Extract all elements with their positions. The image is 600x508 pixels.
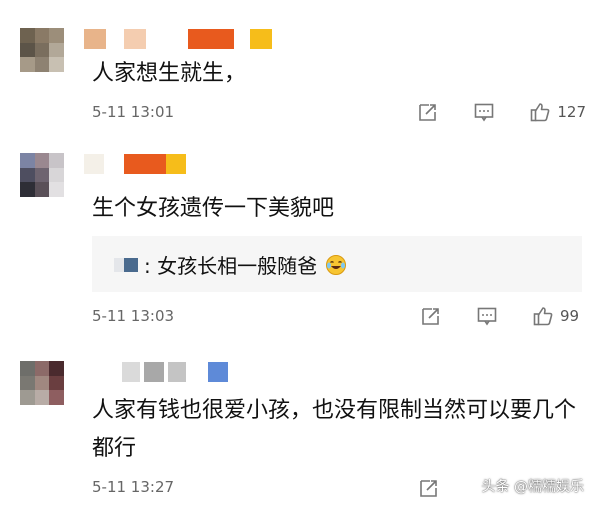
like-count: 99 [560,307,580,325]
username[interactable] [84,362,234,382]
watermark: 头条 @糯糯娱乐 [481,479,584,495]
comment-text: 人家想生就生， [92,61,247,86]
avatar[interactable] [20,28,64,72]
comment-text: 人家有钱也很爱小孩，也没有限制当然可以要几个都行 [92,398,577,461]
comment-item: 人家想生就生， 5-11 13:01 127 [0,0,600,140]
comment-actions: 127 [417,100,586,124]
reply-preview[interactable]: : 女孩长相一般随爸 [92,236,582,292]
reply-text: : 女孩长相一般随爸 [144,250,347,279]
username[interactable] [84,29,274,49]
comment-timestamp: 5-11 13:27 [92,478,175,496]
avatar[interactable] [20,153,64,197]
comment-icon[interactable] [476,305,498,327]
avatar[interactable] [20,361,64,405]
comment-item: 生个女孩遗传一下美貌吧 : 女孩长相一般随爸 5-11 13:03 99 [0,140,600,340]
username[interactable] [84,154,194,174]
comment-timestamp: 5-11 13:03 [92,307,175,325]
share-icon[interactable] [420,305,442,327]
share-icon[interactable] [417,101,439,123]
reply-text-content: : 女孩长相一般随爸 [144,254,318,278]
comment-timestamp: 5-11 13:01 [92,103,175,121]
share-icon[interactable] [418,477,440,499]
laughing-tears-emoji [326,255,347,275]
comment-feed: 人家想生就生， 5-11 13:01 127 生个女孩遗传一下美貌吧: 女孩长… [0,0,600,508]
reply-username[interactable] [114,258,138,272]
thumbs-up-icon[interactable] [532,305,554,327]
comment-icon[interactable] [473,101,495,123]
comment-actions: 99 [420,304,586,328]
like-count: 127 [557,103,586,121]
comment-item: 人家有钱也很爱小孩，也没有限制当然可以要几个都行 5-11 13:27 头条 @… [0,340,600,508]
comment-actions [418,476,440,500]
thumbs-up-icon[interactable] [529,101,551,123]
comment-text: 生个女孩遗传一下美貌吧 [92,196,335,221]
